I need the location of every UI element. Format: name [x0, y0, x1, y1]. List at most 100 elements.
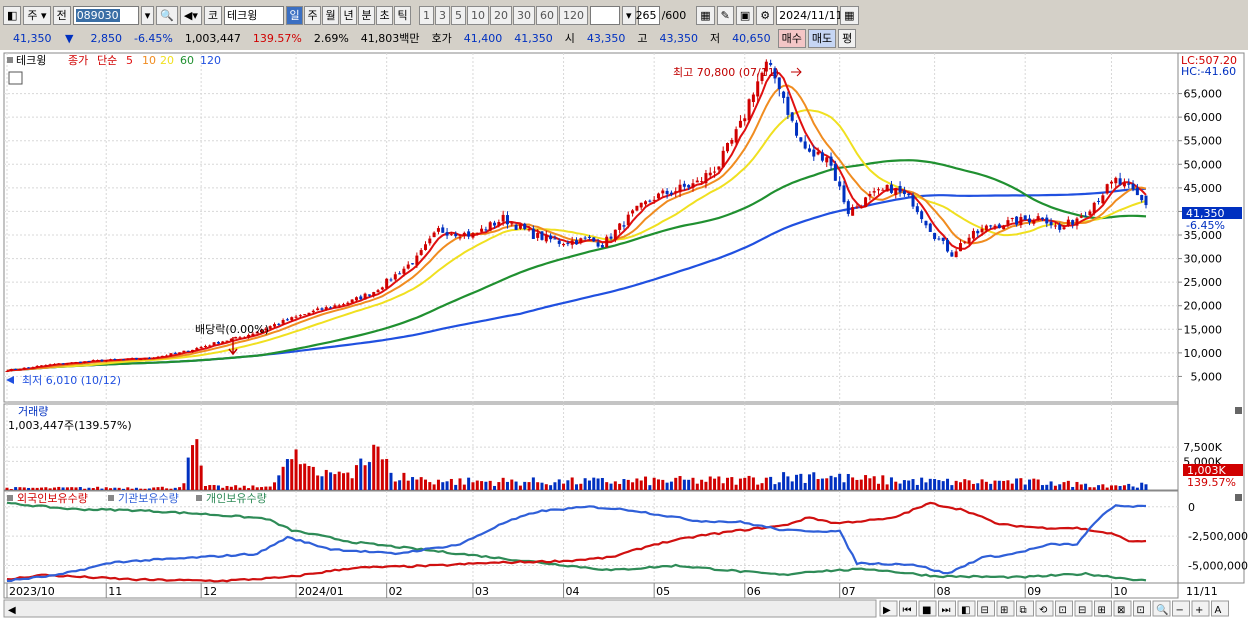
candle — [812, 149, 816, 157]
x-axis-bar — [3, 582, 1179, 599]
volume-bar — [859, 479, 863, 490]
candle — [734, 129, 738, 143]
period-tab-0[interactable]: 일 — [286, 5, 304, 25]
interval-input[interactable] — [590, 5, 621, 25]
period-tab-4[interactable]: 분 — [358, 5, 376, 25]
search-icon[interactable]: 🔍 — [156, 5, 178, 25]
candle — [363, 293, 367, 300]
volume-bar — [18, 487, 22, 490]
candle — [169, 353, 173, 356]
candle — [1079, 216, 1083, 218]
table-icon[interactable] — [8, 71, 23, 85]
volume-bar — [842, 482, 846, 490]
volume-bar — [777, 482, 781, 490]
interval-tab-1[interactable]: 1 — [419, 5, 435, 25]
volume-bar — [70, 487, 74, 490]
scrollbar[interactable] — [3, 599, 877, 618]
volume-bar — [648, 485, 652, 490]
volume-bar — [203, 486, 207, 490]
chart-type-icon[interactable]: ▦ — [696, 5, 715, 25]
draw-tool-icon[interactable]: ✎ — [716, 5, 734, 25]
candle — [398, 273, 402, 275]
interval-tab-10[interactable]: 10 — [467, 5, 490, 25]
save-icon[interactable]: ▣ — [735, 5, 755, 25]
volume-bar — [484, 481, 488, 490]
turnover-rate: 2.69% — [313, 31, 349, 45]
volume-bar — [579, 483, 583, 490]
volume-bar — [333, 474, 337, 490]
candle — [61, 363, 65, 365]
count-input[interactable]: 265 — [636, 5, 660, 25]
eval-button[interactable]: 평 — [838, 28, 857, 48]
volume-bar — [389, 472, 393, 490]
volume-bar — [1040, 485, 1044, 490]
candle — [786, 96, 790, 115]
interval-dropdown-icon[interactable]: ▾ — [622, 5, 636, 25]
code-input[interactable]: 089030 — [72, 5, 139, 25]
period-tab-1[interactable]: 주 — [304, 5, 322, 25]
interval-tab-3[interactable]: 3 — [435, 5, 451, 25]
candle — [298, 315, 302, 317]
candle — [238, 337, 242, 339]
prev-button[interactable]: 전 — [52, 5, 71, 25]
interval-tab-5[interactable]: 5 — [451, 5, 467, 25]
candle — [316, 308, 320, 311]
buy-button[interactable]: 매수 — [777, 28, 806, 48]
interval-tab-60[interactable]: 60 — [536, 5, 559, 25]
sell-button[interactable]: 매도 — [807, 28, 837, 48]
volume-bar — [359, 458, 363, 490]
candle — [1010, 217, 1014, 219]
volume-bar — [5, 487, 9, 490]
stock-chart[interactable]: 2023/10 11 12 2024/01 02 03 04 05 06 07 08 09 10 11/1… — [0, 50, 1248, 621]
candle — [1109, 181, 1113, 184]
candle — [1092, 202, 1096, 214]
market-select[interactable]: 주 ▾ — [23, 5, 51, 25]
candle — [212, 342, 216, 346]
code-dropdown-icon[interactable]: ▾ — [140, 5, 155, 25]
holdings-close-icon[interactable] — [1235, 494, 1242, 501]
candle — [462, 232, 466, 236]
interval-tab-120[interactable]: 120 — [559, 5, 589, 25]
candle — [635, 205, 639, 211]
candle — [139, 359, 143, 361]
period-tab-2[interactable]: 월 — [322, 5, 340, 25]
candle — [1002, 225, 1006, 230]
volume-bar — [963, 479, 967, 490]
volume-close-icon[interactable] — [1235, 407, 1242, 414]
y-tick-label: 45,000 — [1184, 182, 1223, 195]
interval-tab-30[interactable]: 30 — [513, 5, 536, 25]
candle — [907, 193, 911, 196]
candle — [514, 224, 518, 230]
candle — [22, 367, 26, 370]
volume-bar — [894, 481, 898, 490]
candle — [967, 237, 971, 244]
volume-bar — [449, 478, 453, 490]
volume-bar — [117, 487, 121, 490]
candle — [147, 357, 151, 359]
period-tab-6[interactable]: 틱 — [394, 5, 412, 25]
candle — [436, 228, 440, 232]
stock-name-field[interactable]: 테크윙 — [224, 5, 285, 25]
date-input[interactable]: 2024/11/11 — [776, 5, 843, 25]
volume-bar — [35, 487, 39, 490]
speaker-icon[interactable]: ◀▾ — [179, 5, 202, 25]
volume-bar — [549, 485, 553, 490]
interval-tab-20[interactable]: 20 — [490, 5, 513, 25]
period-tab-3[interactable]: 년 — [340, 5, 358, 25]
volume-bar — [514, 481, 518, 490]
volume-bar — [505, 481, 509, 490]
candle — [117, 359, 121, 361]
candle — [618, 223, 622, 230]
candle — [324, 307, 328, 310]
volume-bar — [635, 478, 639, 490]
candle — [454, 233, 458, 237]
volume-bar — [238, 487, 242, 490]
window-icon[interactable]: ◧ — [3, 5, 22, 25]
calendar-icon[interactable]: ▦ — [840, 5, 859, 25]
period-tab-5[interactable]: 초 — [376, 5, 394, 25]
gear-icon[interactable]: ⚙ — [756, 5, 775, 25]
volume-bar — [130, 488, 134, 490]
volume-bar — [454, 484, 458, 490]
volume-bar — [191, 445, 195, 490]
volume-bar — [984, 481, 988, 490]
